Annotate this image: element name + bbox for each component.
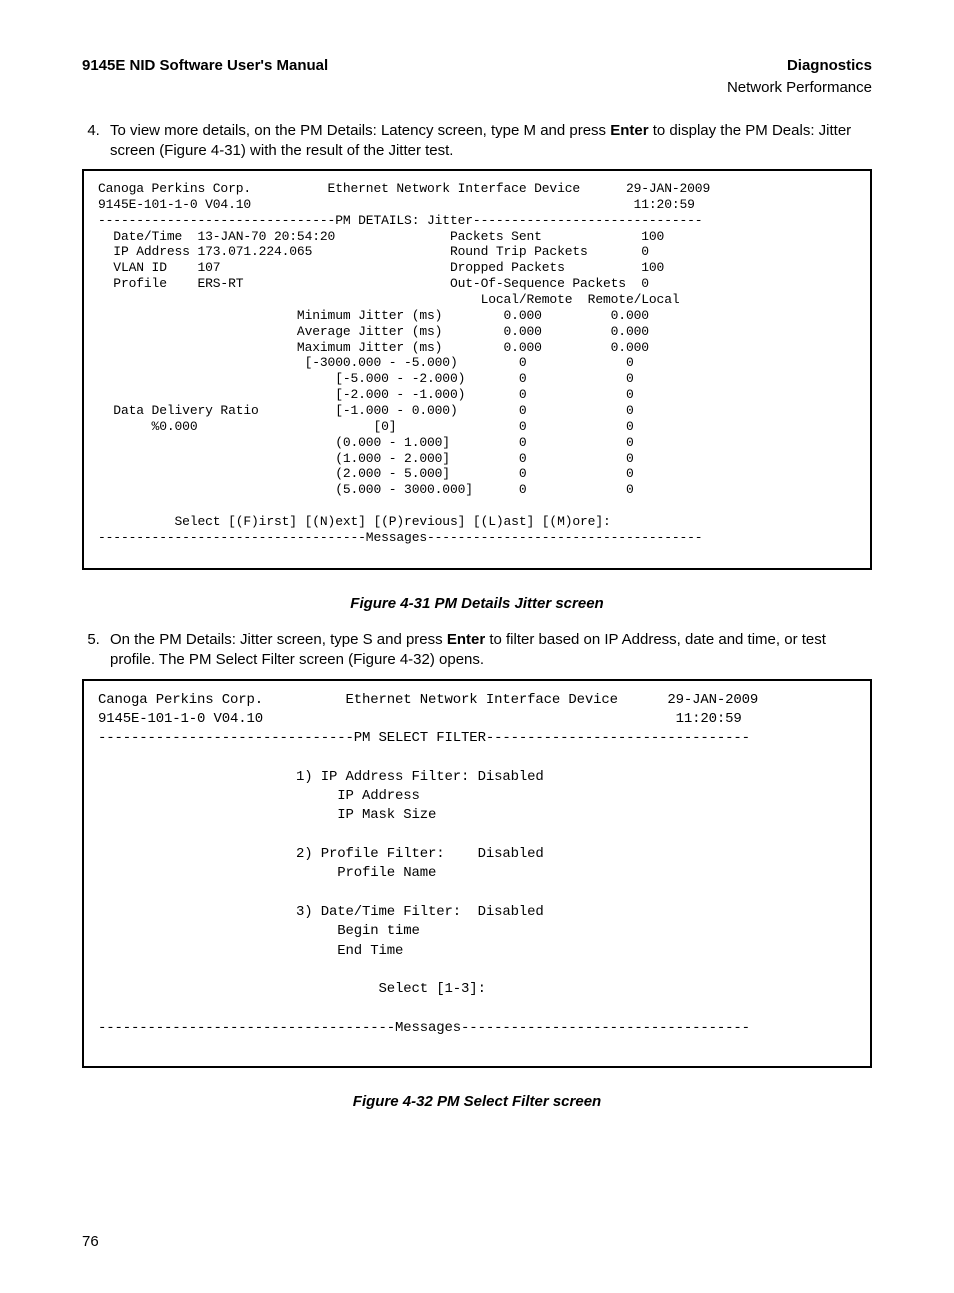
step-4: To view more details, on the PM Details:…	[104, 121, 872, 162]
step-5: On the PM Details: Jitter screen, type S…	[104, 630, 872, 671]
header-sub: Network Performance	[82, 78, 872, 98]
figure-caption-2: Figure 4-32 PM Select Filter screen	[82, 1092, 872, 1112]
header-right: Diagnostics	[787, 56, 872, 76]
terminal-screen-jitter: Canoga Perkins Corp. Ethernet Network In…	[82, 169, 872, 570]
terminal-content-2: Canoga Perkins Corp. Ethernet Network In…	[98, 691, 856, 1039]
figure-caption-1: Figure 4-31 PM Details Jitter screen	[82, 594, 872, 614]
terminal-screen-filter: Canoga Perkins Corp. Ethernet Network In…	[82, 679, 872, 1069]
header-left: 9145E NID Software User's Manual	[82, 56, 328, 76]
terminal-content-1: Canoga Perkins Corp. Ethernet Network In…	[98, 181, 856, 546]
page-number: 76	[82, 1232, 872, 1252]
